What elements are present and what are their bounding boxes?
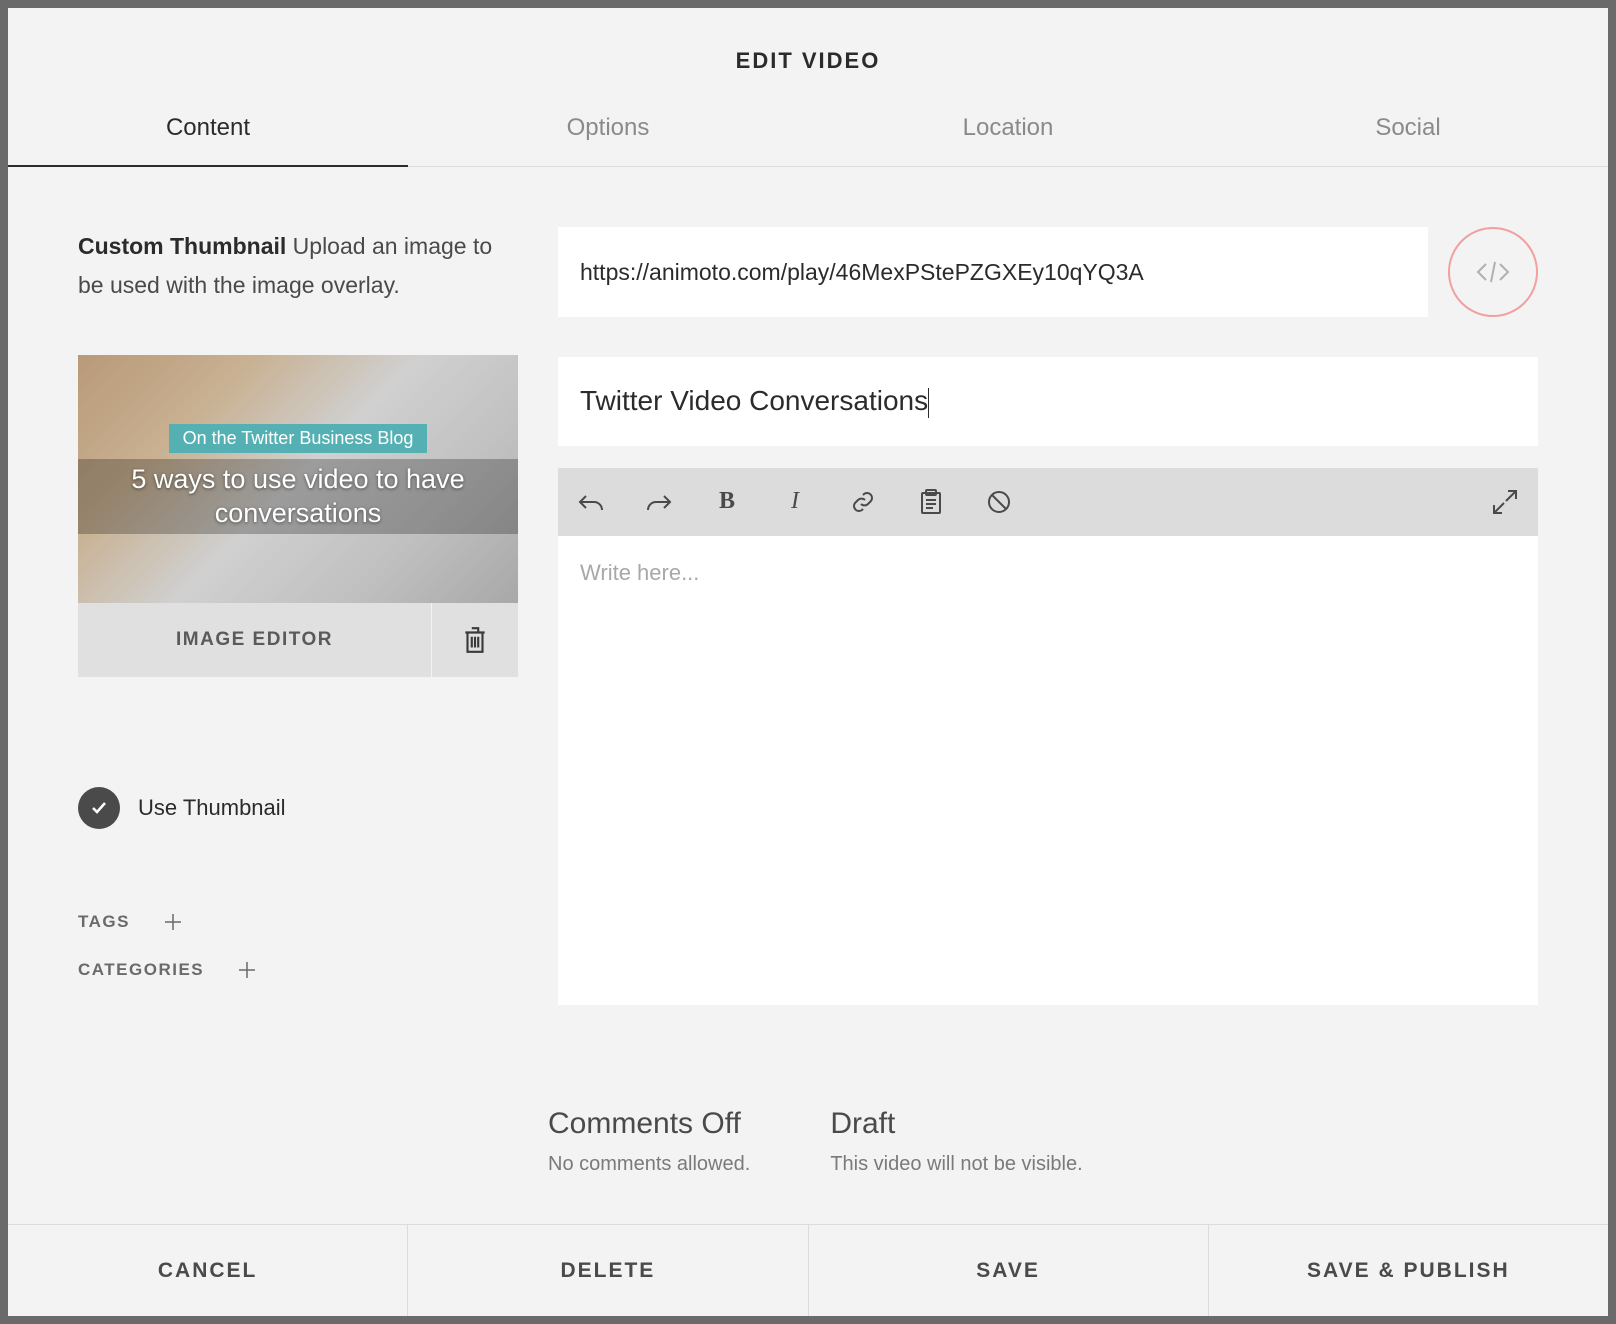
clipboard-icon: [920, 489, 942, 515]
bold-button[interactable]: B: [712, 487, 742, 517]
tab-location[interactable]: Location: [808, 94, 1208, 166]
code-icon: [1475, 260, 1511, 284]
thumbnail-overlay-headline: 5 ways to use video to have conversation…: [78, 459, 518, 535]
tab-content[interactable]: Content: [8, 94, 408, 166]
categories-row: CATEGORIES: [78, 957, 518, 983]
status-row: Comments Off No comments allowed. Draft …: [8, 1107, 1608, 1176]
save-publish-button[interactable]: SAVE & PUBLISH: [1209, 1225, 1608, 1316]
save-button[interactable]: SAVE: [809, 1225, 1209, 1316]
thumbnail-actions: IMAGE EDITOR: [78, 603, 518, 677]
undo-icon: [578, 492, 604, 512]
draft-status[interactable]: Draft This video will not be visible.: [830, 1107, 1082, 1176]
checkmark-circle-icon: [78, 787, 120, 829]
comments-status-title: Comments Off: [548, 1107, 750, 1141]
clipboard-button[interactable]: [916, 487, 946, 517]
description-editor: B I: [558, 468, 1538, 1006]
modal-title: EDIT VIDEO: [8, 48, 1608, 74]
delete-thumbnail-button[interactable]: [432, 603, 518, 677]
modal-body: Custom Thumbnail Upload an image to be u…: [8, 167, 1608, 1045]
redo-button[interactable]: [644, 487, 674, 517]
thumbnail-overlay-tag: On the Twitter Business Blog: [169, 424, 428, 453]
tabs: Content Options Location Social: [8, 94, 1608, 167]
bold-icon: B: [719, 488, 735, 515]
clear-format-button[interactable]: [984, 487, 1014, 517]
add-category-button[interactable]: [234, 957, 260, 983]
video-title-input[interactable]: Twitter Video Conversations: [558, 357, 1538, 446]
italic-icon: I: [791, 488, 799, 515]
editor-placeholder: Write here...: [580, 560, 699, 585]
comments-status[interactable]: Comments Off No comments allowed.: [548, 1107, 750, 1176]
video-title-value: Twitter Video Conversations: [580, 385, 928, 416]
categories-label: CATEGORIES: [78, 960, 204, 980]
prohibit-icon: [987, 490, 1011, 514]
add-tag-button[interactable]: [160, 909, 186, 935]
italic-button[interactable]: I: [780, 487, 810, 517]
tab-options[interactable]: Options: [408, 94, 808, 166]
tags-row: TAGS: [78, 909, 518, 935]
editor-toolbar: B I: [558, 468, 1538, 536]
embed-code-button[interactable]: [1448, 227, 1538, 317]
draft-status-title: Draft: [830, 1107, 1082, 1141]
tab-social[interactable]: Social: [1208, 94, 1608, 166]
modal-footer: CANCEL DELETE SAVE SAVE & PUBLISH: [8, 1224, 1608, 1316]
delete-button[interactable]: DELETE: [408, 1225, 808, 1316]
draft-status-sub: This video will not be visible.: [830, 1153, 1082, 1176]
undo-button[interactable]: [576, 487, 606, 517]
left-column: Custom Thumbnail Upload an image to be u…: [78, 227, 518, 1005]
thumbnail-description: Custom Thumbnail Upload an image to be u…: [78, 227, 518, 305]
expand-icon: [1491, 488, 1519, 516]
video-url-input[interactable]: [558, 227, 1428, 317]
plus-icon: [238, 961, 256, 979]
plus-icon: [164, 913, 182, 931]
thumbnail-label-bold: Custom Thumbnail: [78, 233, 286, 259]
expand-button[interactable]: [1490, 487, 1520, 517]
right-column: Twitter Video Conversations B I: [558, 227, 1538, 1005]
meta-section: TAGS CATEGORIES: [78, 909, 518, 983]
image-editor-button[interactable]: IMAGE EDITOR: [78, 603, 432, 677]
use-thumbnail-toggle[interactable]: Use Thumbnail: [78, 787, 518, 829]
redo-icon: [646, 492, 672, 512]
link-button[interactable]: [848, 487, 878, 517]
spacer: [8, 1176, 1608, 1224]
url-row: [558, 227, 1538, 317]
edit-video-modal: EDIT VIDEO Content Options Location Soci…: [8, 8, 1608, 1316]
trash-icon: [462, 625, 488, 655]
description-textarea[interactable]: Write here...: [558, 536, 1538, 1006]
thumbnail-preview[interactable]: On the Twitter Business Blog 5 ways to u…: [78, 355, 518, 603]
text-cursor: [928, 388, 929, 418]
tags-label: TAGS: [78, 912, 130, 932]
use-thumbnail-label: Use Thumbnail: [138, 795, 286, 821]
modal-header: EDIT VIDEO: [8, 8, 1608, 94]
comments-status-sub: No comments allowed.: [548, 1153, 750, 1176]
link-icon: [851, 490, 875, 514]
cancel-button[interactable]: CANCEL: [8, 1225, 408, 1316]
